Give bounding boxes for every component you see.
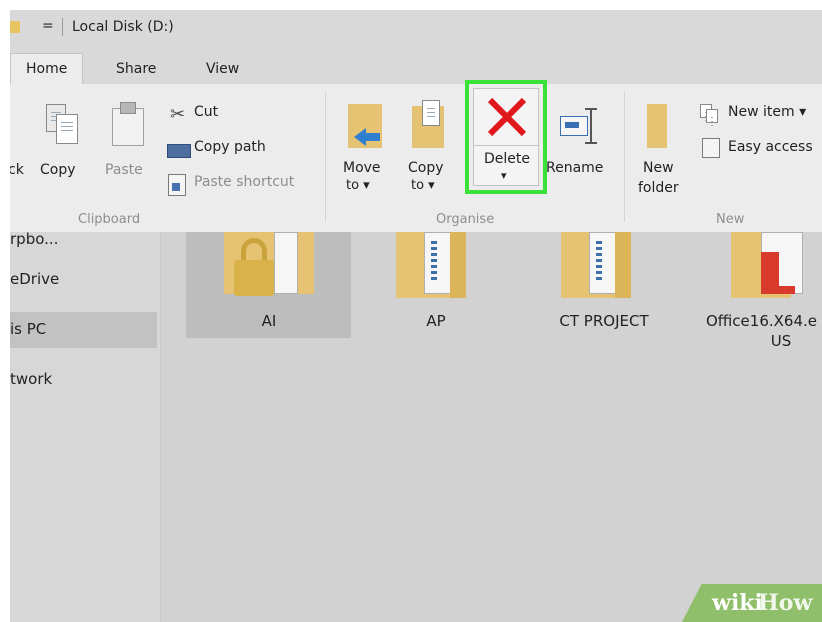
file-name: AI bbox=[261, 312, 277, 330]
pin-to-quick-access-label[interactable]: ck bbox=[10, 160, 24, 180]
copy-path-button-label[interactable]: Copy path bbox=[194, 139, 266, 155]
delete-divider bbox=[474, 145, 538, 146]
folder-item-ap[interactable]: AP bbox=[366, 232, 526, 338]
folder-paper bbox=[274, 232, 298, 294]
watermark-wiki: wiki bbox=[712, 590, 763, 616]
nav-item-label: is PC bbox=[10, 320, 47, 338]
move-to-button-label[interactable]: Move bbox=[343, 158, 381, 178]
delete-x-icon bbox=[487, 97, 527, 137]
new-folder-icon[interactable] bbox=[647, 104, 667, 148]
easy-access-icon[interactable] bbox=[702, 138, 720, 158]
folder-paper bbox=[424, 232, 452, 294]
easy-access-button-label[interactable]: Easy access bbox=[728, 139, 813, 155]
clipboard-group-label: Clipboard bbox=[78, 212, 141, 227]
new-group-label: New bbox=[716, 212, 745, 227]
copy-icon[interactable] bbox=[46, 104, 78, 144]
paste-button-label[interactable]: Paste bbox=[105, 160, 143, 180]
office-logo-base bbox=[761, 286, 795, 294]
folder-icon bbox=[10, 21, 20, 33]
organise-group-label: Organise bbox=[436, 212, 495, 227]
tab-share[interactable]: Share bbox=[116, 54, 156, 84]
tab-view[interactable]: View bbox=[206, 54, 239, 84]
file-list: AI AP CT PROJECT Office16.X64.e US bbox=[161, 232, 822, 622]
ribbon: ck Copy Paste ✂ Cut Copy path Paste shor… bbox=[10, 84, 822, 233]
copy-button-label[interactable]: Copy bbox=[40, 160, 76, 180]
rename-button-label[interactable]: Rename bbox=[546, 158, 603, 178]
group-divider bbox=[325, 92, 326, 222]
file-name: Office16.X64.e bbox=[706, 312, 817, 330]
folder-front bbox=[450, 232, 466, 298]
quick-access-toolbar-icon[interactable]: = bbox=[42, 18, 54, 34]
title-separator bbox=[62, 18, 63, 36]
folder-paper bbox=[589, 232, 617, 294]
nav-item-this-pc[interactable]: is PC bbox=[10, 312, 157, 348]
navigation-pane: rpbo... eDrive is PC twork bbox=[10, 230, 161, 622]
cut-button-label[interactable]: Cut bbox=[194, 104, 218, 120]
new-item-button-label[interactable]: New item ▾ bbox=[728, 104, 806, 120]
folder-front bbox=[615, 232, 631, 298]
copy-to-icon[interactable] bbox=[412, 100, 446, 148]
paste-shortcut-button-label[interactable]: Paste shortcut bbox=[194, 174, 294, 190]
paste-icon[interactable] bbox=[110, 102, 146, 146]
copy-to-dropdown[interactable]: to ▾ bbox=[411, 176, 435, 196]
copy-to-button-label[interactable]: Copy bbox=[408, 158, 444, 178]
paste-shortcut-icon[interactable] bbox=[168, 174, 186, 196]
file-name-line2: US bbox=[770, 332, 792, 350]
delete-button[interactable]: Delete ▾ bbox=[473, 88, 539, 186]
file-name: CT PROJECT bbox=[559, 312, 649, 330]
wikihow-watermark: wiki How bbox=[682, 584, 822, 622]
new-folder-button-sublabel[interactable]: folder bbox=[638, 178, 679, 198]
watermark-how: How bbox=[758, 590, 813, 616]
move-to-icon[interactable] bbox=[348, 104, 384, 148]
file-name: AP bbox=[426, 312, 446, 330]
nav-item-label: rpbo... bbox=[10, 230, 59, 248]
delete-dropdown-arrow[interactable]: ▾ bbox=[501, 169, 507, 182]
copy-path-icon[interactable] bbox=[167, 144, 191, 158]
folder-item-office16[interactable]: Office16.X64.e US bbox=[691, 232, 822, 358]
delete-button-label: Delete bbox=[484, 151, 530, 167]
ribbon-tabs: Home Share View bbox=[10, 46, 822, 84]
group-divider bbox=[624, 92, 625, 222]
lock-icon bbox=[234, 238, 274, 296]
nav-item-label: eDrive bbox=[10, 270, 60, 288]
window-title: Local Disk (D:) bbox=[72, 19, 174, 35]
tab-home[interactable]: Home bbox=[10, 53, 84, 84]
file-explorer-window: = Local Disk (D:) Home Share View ck Cop… bbox=[10, 10, 822, 622]
folder-item-ai[interactable]: AI bbox=[186, 232, 351, 338]
nav-item-label: twork bbox=[10, 370, 53, 388]
title-bar: = Local Disk (D:) bbox=[10, 10, 822, 46]
scissors-icon[interactable]: ✂ bbox=[170, 104, 190, 126]
rename-icon[interactable] bbox=[560, 108, 600, 144]
new-folder-button-label[interactable]: New bbox=[643, 158, 674, 178]
move-to-dropdown[interactable]: to ▾ bbox=[346, 176, 370, 196]
folder-item-ct-project[interactable]: CT PROJECT bbox=[531, 232, 691, 338]
new-item-icon[interactable] bbox=[700, 104, 718, 127]
